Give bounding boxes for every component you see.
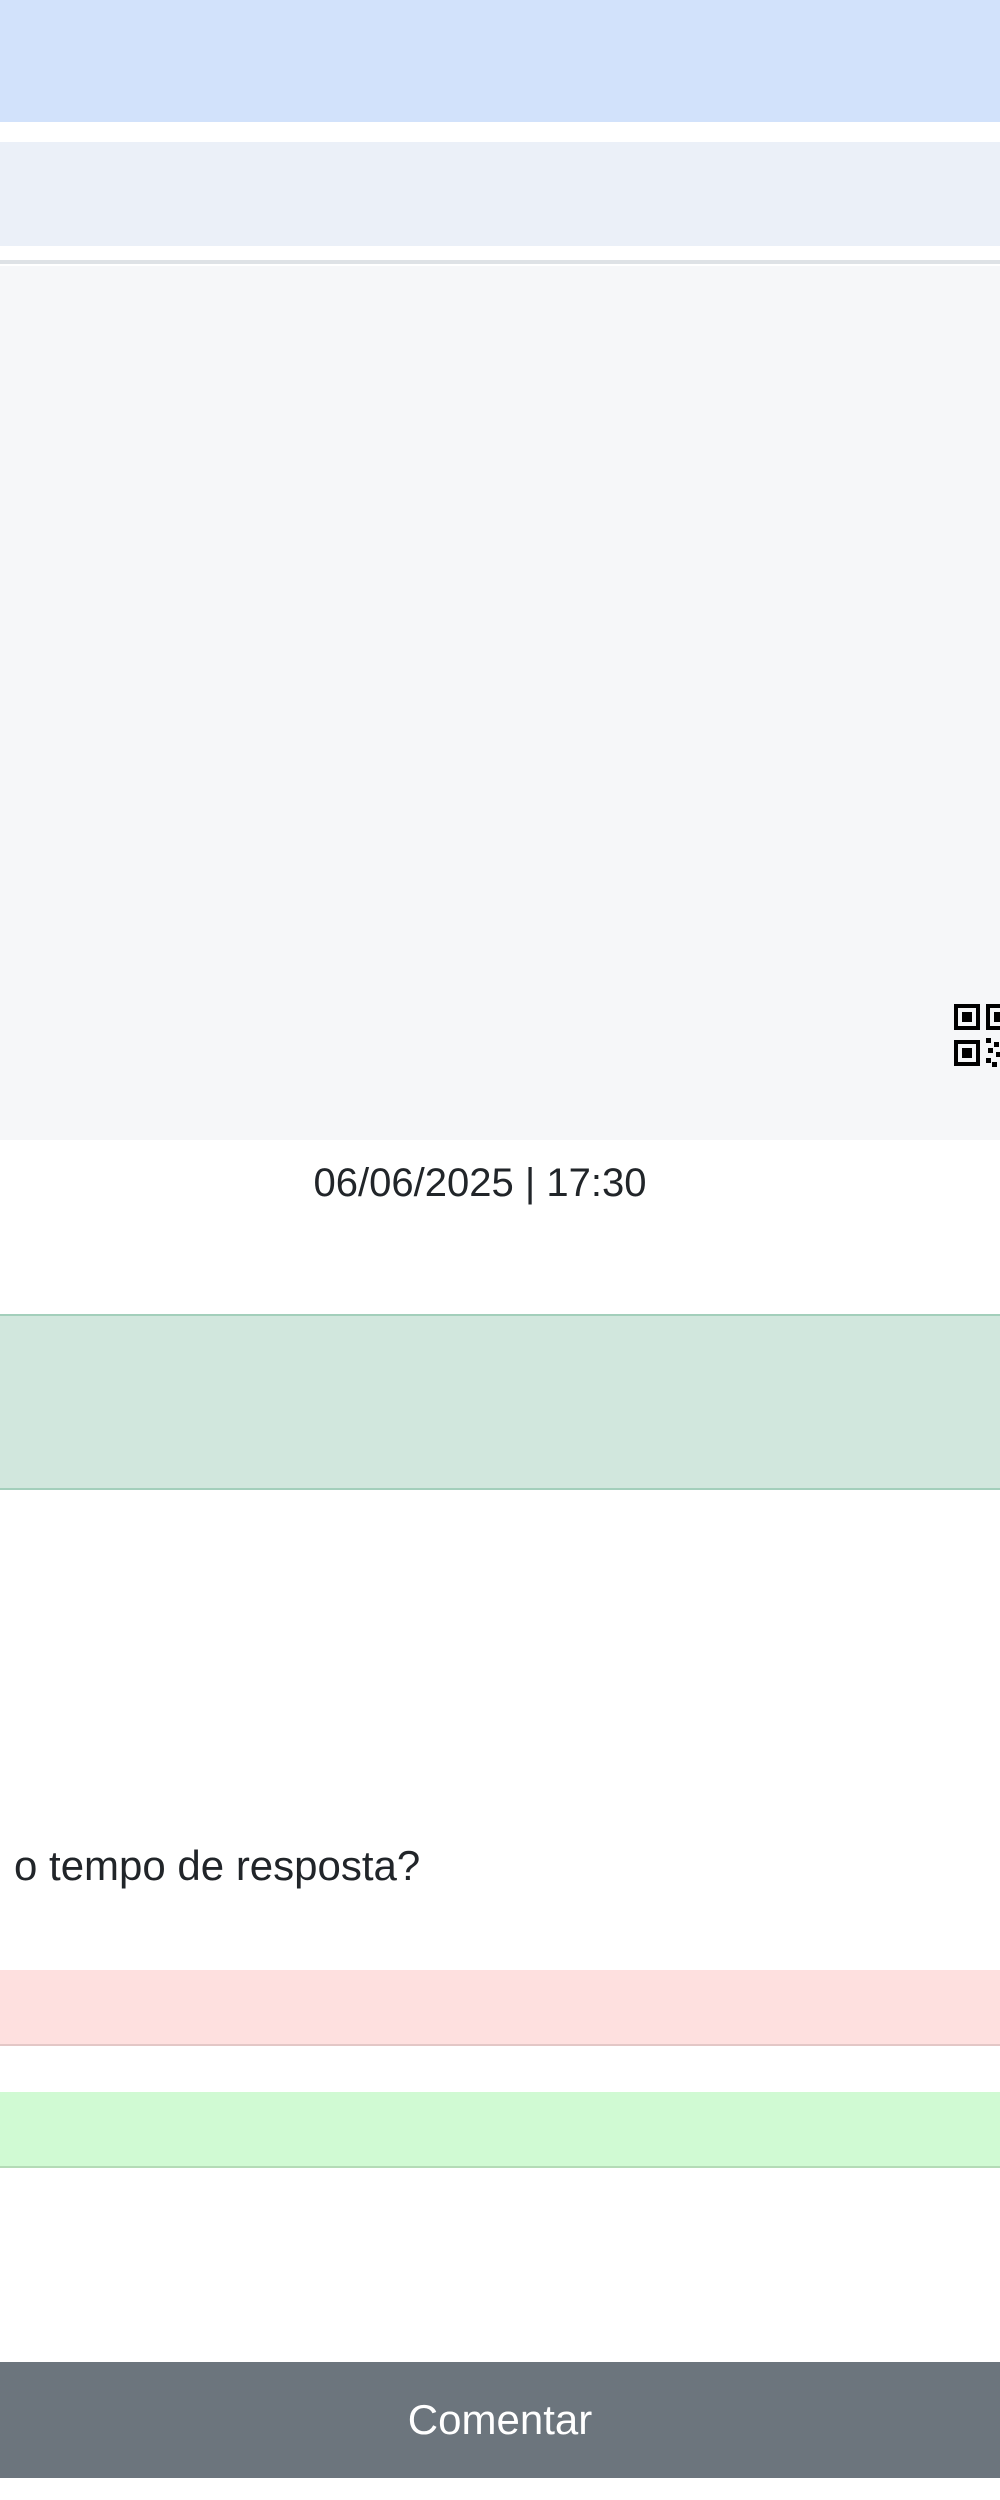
poll-option-positive[interactable] — [0, 2092, 1000, 2168]
success-alert — [0, 1314, 1000, 1490]
poll-question: o tempo de resposta? — [14, 1842, 421, 1889]
comment-button[interactable]: Comentar — [0, 2362, 1000, 2478]
post-datetime: 06/06/2025 | 17:30 — [313, 1161, 647, 1205]
divider — [0, 260, 1000, 264]
media-panel — [0, 266, 1000, 1140]
qr-code-icon[interactable] — [952, 1002, 1000, 1072]
poll-option-negative[interactable] — [0, 1970, 1000, 2046]
top-banner — [0, 0, 1000, 122]
sub-banner — [0, 142, 1000, 246]
